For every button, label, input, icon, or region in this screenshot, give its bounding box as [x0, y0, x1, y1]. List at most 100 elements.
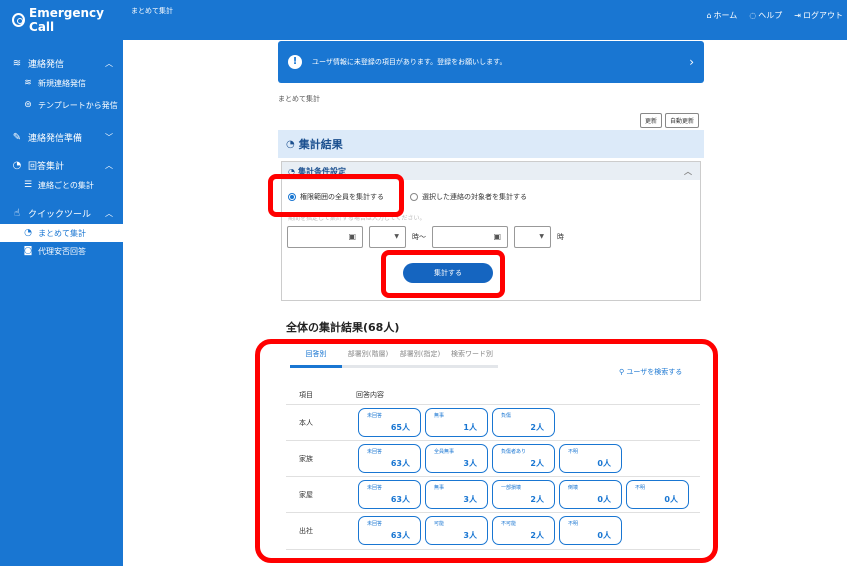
pie-chart-icon: ◔ [24, 228, 32, 238]
chip-count: 2人 [530, 423, 544, 432]
answer-chip[interactable]: 不明 0人 [626, 480, 689, 509]
nav-group-prepare[interactable]: ✎ 連絡発信準備 ﹀ [0, 126, 123, 148]
radio-selected-contact-label[interactable]: 選択した連絡の対象者を集計する [422, 192, 527, 202]
tab-by-dept-specified[interactable]: 部署別(指定) [394, 349, 446, 368]
column-header-item: 項目 [299, 391, 313, 399]
nav-group-label: 連絡発信準備 [28, 133, 83, 144]
sidebar-item-per-contact[interactable]: ☰ 連絡ごとの集計 [0, 176, 123, 194]
answer-chip[interactable]: 全員無事 3人 [425, 444, 488, 473]
nav-group-label: 連絡発信 [28, 59, 65, 70]
sidebar-item-label: 代理安否回答 [38, 246, 86, 256]
template-icon: ⊜ [24, 100, 32, 110]
answer-chip[interactable]: 未回答 63人 [358, 516, 421, 545]
answer-chip[interactable]: 負傷者あり 2人 [492, 444, 555, 473]
chevron-right-icon: › [689, 55, 694, 69]
sidebar-item-bulk-aggregate[interactable]: ◔ まとめて集計 [0, 224, 123, 242]
chip-count: 3人 [463, 531, 477, 540]
help-link[interactable]: ◌ ヘルプ [749, 10, 782, 21]
pie-chart-icon: ◔ [286, 138, 295, 150]
tab-by-dept-hierarchy[interactable]: 部署別(階層) [342, 349, 394, 368]
end-date-input[interactable]: ▣ [432, 226, 508, 248]
answer-chip[interactable]: 不明 0人 [559, 444, 622, 473]
logout-link[interactable]: ⇥ ログアウト [794, 10, 843, 21]
tab-by-search-word[interactable]: 検索ワード別 [446, 349, 498, 368]
start-date-input[interactable]: ▣ [287, 226, 363, 248]
aggregate-button[interactable]: 集計する [403, 263, 493, 283]
pie-chart-icon: ◔ [12, 159, 22, 171]
chip-count: 1人 [463, 423, 477, 432]
nav-group-answers[interactable]: ◔ 回答集計 ︿ [0, 154, 123, 176]
topbar-links: ⌂ ホーム ◌ ヘルプ ⇥ ログアウト [706, 10, 843, 21]
answer-chip[interactable]: 無事 1人 [425, 408, 488, 437]
answer-chip[interactable]: 倒壊 0人 [559, 480, 622, 509]
update-buttons: 更新 自動更新 [640, 113, 700, 128]
answer-chip[interactable]: 未回答 65人 [358, 408, 421, 437]
start-hour-select[interactable]: ▼ [369, 226, 406, 248]
proxy-icon: ◙ [23, 246, 33, 256]
row-label-self: 本人 [299, 419, 313, 427]
column-header-answer: 回答内容 [356, 391, 384, 399]
tab-by-answer[interactable]: 回答別 [290, 349, 342, 368]
condition-panel: ◔ 集計条件設定 ︿ 権限範囲の全員を集計する 選択した連絡の対象者を集計する … [281, 161, 701, 301]
radio-all-scope-label[interactable]: 権限範囲の全員を集計する [300, 192, 384, 202]
sidebar-item-template-send[interactable]: ⊜ テンプレートから発信 [0, 92, 123, 118]
answer-chip[interactable]: 不可能 2人 [492, 516, 555, 545]
home-icon: ⌂ [706, 11, 712, 20]
home-link[interactable]: ⌂ ホーム [706, 10, 737, 21]
chip-label: 無事 [434, 485, 445, 491]
sidebar-item-proxy-answer[interactable]: ◙ 代理安否回答 [0, 242, 123, 260]
sidebar-item-new-send[interactable]: ≋ 新規連絡発信 [0, 74, 123, 92]
home-link-label: ホーム [713, 11, 738, 20]
search-icon: ⚲ [619, 368, 625, 376]
answer-chip[interactable]: 負傷 2人 [492, 408, 555, 437]
row-separator [286, 512, 700, 513]
answer-chip[interactable]: 未回答 63人 [358, 480, 421, 509]
nav-group-quick-tools[interactable]: ☝ クイックツール ︿ [0, 202, 123, 224]
condition-title: 集計条件設定 [297, 166, 346, 176]
auto-update-button[interactable]: 自動更新 [665, 113, 700, 128]
user-search-link[interactable]: ⚲ ユーザを検索する [619, 367, 682, 377]
chip-label: 不明 [568, 521, 579, 527]
period-hint: 期間を指定して集計する場合は入力してください。 [288, 215, 426, 222]
update-button[interactable]: 更新 [640, 113, 663, 128]
answer-chip[interactable]: 可能 3人 [425, 516, 488, 545]
logo-icon [12, 13, 26, 27]
chevron-up-icon: ︿ [105, 208, 113, 218]
answer-chip[interactable]: 不明 0人 [559, 516, 622, 545]
summary-title: 集計結果 [298, 138, 343, 151]
time-to-suffix: 時 [557, 233, 564, 241]
app-logo[interactable]: Emergency Call [0, 0, 123, 40]
row-separator [286, 476, 700, 477]
row-label-commute: 出社 [299, 527, 313, 535]
period-inputs: ▣ ▼ 時～ ▣ ▼ 時 [287, 226, 564, 248]
chip-count: 3人 [463, 459, 477, 468]
answer-chip[interactable]: 一部損壊 2人 [492, 480, 555, 509]
chip-label: 不明 [568, 449, 579, 455]
notice-banner[interactable]: ! ユーザ情報に未登録の項目があります。登録をお願いします。 › [278, 41, 704, 83]
radio-selected-contact[interactable] [410, 193, 418, 201]
chip-label: 未回答 [367, 485, 383, 491]
chip-count: 65人 [390, 423, 410, 432]
radio-all-scope[interactable] [288, 193, 296, 201]
page-breadcrumb[interactable]: まとめて集計 [278, 94, 320, 104]
wifi-icon: ≋ [12, 57, 22, 69]
list-icon: ☰ [23, 180, 33, 190]
chip-label: 負傷者あり [501, 449, 527, 455]
nav-group-label: クイックツール [28, 209, 92, 220]
chevron-up-icon: ︿ [105, 160, 113, 170]
chat-icon: ◌ [749, 11, 757, 20]
sidebar-item-label: テンプレートから発信 [38, 100, 118, 110]
answer-chip[interactable]: 未回答 63人 [358, 444, 421, 473]
answer-chip[interactable]: 無事 3人 [425, 480, 488, 509]
condition-panel-header[interactable]: ◔ 集計条件設定 ︿ [282, 162, 700, 180]
chip-label: 未回答 [367, 413, 383, 419]
end-hour-select[interactable]: ▼ [514, 226, 551, 248]
summary-section-header: ◔ 集計結果 [278, 130, 704, 158]
chip-label: 不明 [635, 485, 646, 491]
chevron-up-icon: ︿ [105, 58, 113, 68]
logo-text: Emergency Call [29, 6, 104, 34]
nav-group-send[interactable]: ≋ 連絡発信 ︿ [0, 52, 123, 74]
chip-label: 未回答 [367, 449, 383, 455]
chip-count: 0人 [664, 495, 678, 504]
edit-icon: ✎ [12, 131, 22, 143]
